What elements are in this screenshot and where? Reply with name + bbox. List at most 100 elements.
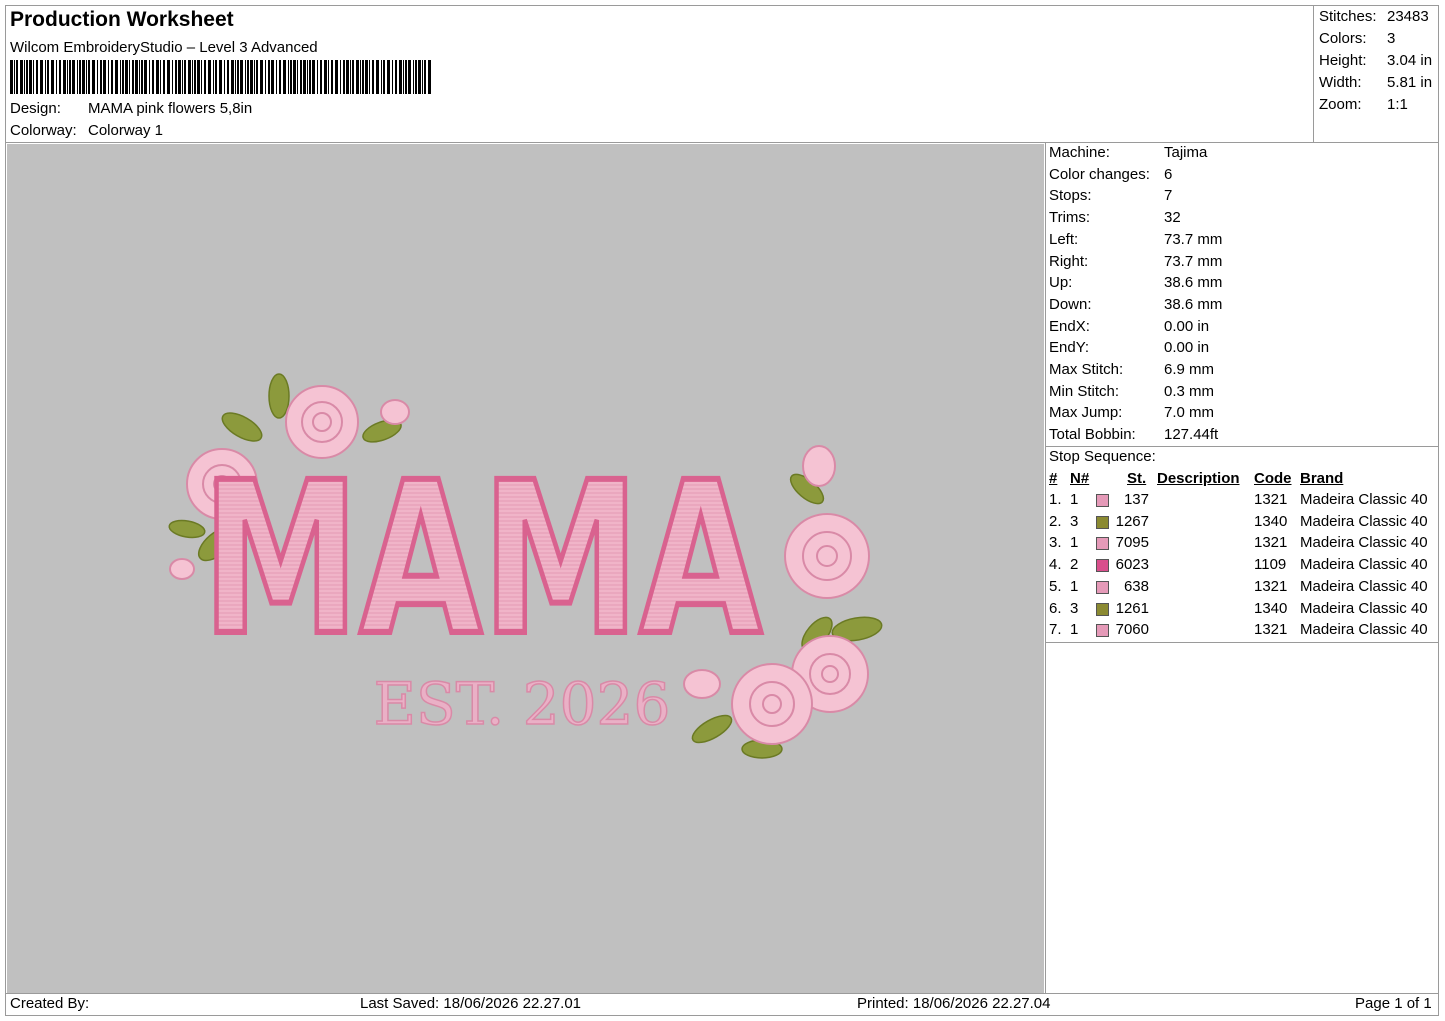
- cell-n: 3: [1070, 599, 1079, 617]
- software-name: Wilcom EmbroideryStudio – Level 3 Advanc…: [10, 39, 318, 56]
- machine-info-label: Min Stitch:: [1049, 382, 1120, 400]
- machine-info-label: Total Bobbin:: [1049, 426, 1136, 444]
- summary-label: Width:: [1319, 74, 1362, 91]
- design-preview: MAMA EST. 2026: [168, 373, 883, 759]
- cell-code: 1321: [1254, 534, 1288, 552]
- color-swatch: [1096, 624, 1109, 638]
- cell-code: 1340: [1254, 599, 1288, 617]
- col-header-brand: Brand: [1300, 470, 1344, 487]
- machine-info-label: Color changes:: [1049, 165, 1150, 183]
- colorway-label: Colorway:: [10, 122, 77, 139]
- machine-info-label: Down:: [1049, 295, 1092, 313]
- summary-divider: [1313, 5, 1314, 142]
- cell-code: 1321: [1254, 491, 1288, 508]
- cell-st: 7060: [1115, 621, 1149, 639]
- cell-brand: Madeira Classic 40: [1300, 556, 1428, 574]
- design-main-text: MAMA: [202, 437, 762, 682]
- cell-n: 3: [1070, 512, 1079, 530]
- cell-num: 6.: [1049, 599, 1062, 617]
- summary-value: 23483: [1387, 8, 1429, 25]
- cell-num: 2.: [1049, 512, 1062, 530]
- stop-sequence-title: Stop Sequence:: [1049, 448, 1156, 465]
- cell-n: 1: [1070, 577, 1079, 595]
- machine-info-divider: [1045, 446, 1439, 447]
- footer-divider: [5, 993, 1439, 994]
- cell-brand: Madeira Classic 40: [1300, 621, 1428, 639]
- machine-info-value: Tajima: [1164, 144, 1208, 161]
- col-header-num: #: [1049, 470, 1058, 487]
- machine-info-value: 7.0 mm: [1164, 404, 1215, 422]
- machine-info-label: Max Stitch:: [1049, 361, 1124, 378]
- cell-num: 1.: [1049, 491, 1062, 508]
- machine-info-value: 7: [1164, 187, 1173, 205]
- colorway-value: Colorway 1: [88, 122, 164, 139]
- summary-label: Height:: [1319, 52, 1367, 69]
- summary-label: Stitches:: [1319, 8, 1377, 25]
- machine-info-value: 73.7 mm: [1164, 252, 1223, 270]
- cell-code: 1109: [1254, 556, 1287, 574]
- printed-date: Printed: 18/06/2026 22.27.04: [857, 995, 1051, 1012]
- page-title: Production Worksheet: [10, 8, 234, 31]
- last-saved: Last Saved: 18/06/2026 22.27.01: [360, 995, 582, 1012]
- machine-info-label: Max Jump:: [1049, 404, 1123, 422]
- machine-info-label: EndX:: [1049, 317, 1090, 335]
- color-swatch: [1096, 494, 1109, 507]
- machine-info-label: Trims:: [1049, 209, 1091, 227]
- table-row: 3. 1 7095 1321 Madeira Classic 40: [1046, 534, 1438, 556]
- cell-code: 1321: [1254, 621, 1288, 639]
- table-row: 6. 3 1261 1340 Madeira Classic 40: [1046, 600, 1438, 622]
- machine-info-value: 0.3 mm: [1164, 382, 1215, 400]
- machine-info-label: EndY:: [1049, 339, 1090, 357]
- cell-num: 5.: [1049, 577, 1062, 595]
- cell-st: 137: [1123, 491, 1149, 508]
- machine-info-value: 38.6 mm: [1164, 274, 1223, 292]
- machine-info-value: 32: [1164, 209, 1181, 227]
- cell-num: 7.: [1049, 621, 1062, 639]
- cell-n: 1: [1070, 621, 1079, 639]
- cell-brand: Madeira Classic 40: [1300, 534, 1428, 552]
- table-row: 1. 1 137 1321 Madeira Classic 40: [1046, 491, 1438, 513]
- summary-value: 1:1: [1387, 96, 1408, 113]
- cell-brand: Madeira Classic 40: [1300, 577, 1428, 595]
- cell-st: 1261: [1115, 599, 1149, 617]
- page-number: Page 1 of 1: [1355, 995, 1432, 1012]
- color-swatch: [1096, 515, 1109, 529]
- cell-n: 1: [1070, 491, 1079, 508]
- machine-info-value: 127.44ft: [1164, 426, 1219, 444]
- summary-value: 5.81 in: [1387, 74, 1433, 91]
- cell-num: 3.: [1049, 534, 1062, 552]
- machine-info-value: 38.6 mm: [1164, 295, 1223, 313]
- machine-info-label: Machine:: [1049, 144, 1110, 161]
- summary-value: 3.04 in: [1387, 52, 1433, 69]
- table-row: 2. 3 1267 1340 Madeira Classic 40: [1046, 513, 1438, 535]
- cell-st: 1267: [1115, 512, 1149, 530]
- color-swatch: [1096, 602, 1109, 616]
- col-header-n: N#: [1070, 470, 1090, 487]
- color-swatch: [1096, 580, 1109, 594]
- cell-brand: Madeira Classic 40: [1300, 491, 1428, 508]
- table-row: 7. 1 7060 1321 Madeira Classic 40: [1046, 621, 1438, 643]
- header-divider: [5, 142, 1439, 143]
- cell-st: 6023: [1115, 556, 1149, 574]
- summary-label: Colors:: [1319, 30, 1367, 47]
- machine-info-value: 6: [1164, 165, 1173, 183]
- machine-info-label: Left:: [1049, 230, 1079, 248]
- design-sub-text: EST. 2026: [374, 670, 671, 738]
- machine-info-label: Stops:: [1049, 187, 1092, 205]
- barcode-image: [10, 60, 431, 94]
- color-swatch: [1096, 537, 1109, 551]
- cell-brand: Madeira Classic 40: [1300, 599, 1428, 617]
- color-swatch: [1096, 559, 1109, 573]
- cell-st: 7095: [1115, 534, 1149, 552]
- cell-n: 2: [1070, 556, 1079, 574]
- design-value: MAMA pink flowers 5,8in: [88, 100, 253, 117]
- created-by: Created By:: [10, 995, 90, 1012]
- table-row: 4. 2 6023 1109 Madeira Classic 40: [1046, 556, 1438, 578]
- machine-info-value: 73.7 mm: [1164, 230, 1223, 248]
- cell-code: 1340: [1254, 512, 1288, 530]
- cell-n: 1: [1070, 534, 1079, 552]
- summary-value: 3: [1387, 30, 1396, 47]
- machine-info-label: Up:: [1049, 274, 1073, 292]
- cell-num: 4.: [1049, 556, 1062, 574]
- col-header-description: Description: [1157, 470, 1240, 487]
